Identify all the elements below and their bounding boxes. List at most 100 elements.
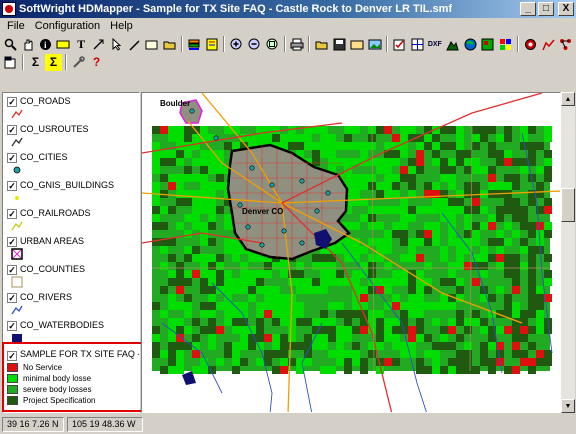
map-vertical-scrollbar[interactable]: ▲ ▼: [561, 92, 575, 413]
layer-item-co-usroutes[interactable]: ✓ CO_USROUTES: [3, 121, 139, 149]
layer-item-co-cities[interactable]: ✓ CO_CITIES: [3, 149, 139, 177]
folder-open-icon[interactable]: [313, 36, 330, 53]
coverage-cell: [536, 182, 544, 190]
draw-pen-icon[interactable]: [126, 36, 143, 53]
export-icon[interactable]: [349, 36, 366, 53]
coverage-cell: [408, 310, 416, 318]
arrow-icon[interactable]: [91, 36, 108, 53]
sum-icon[interactable]: Σ: [27, 54, 44, 71]
network-icon[interactable]: [557, 36, 574, 53]
layer-checkbox[interactable]: ✓: [7, 181, 17, 191]
layer-item-co-rivers[interactable]: ✓ CO_RIVERS: [3, 289, 139, 317]
select-pointer-icon[interactable]: [108, 36, 125, 53]
zoom-fit-icon[interactable]: [264, 36, 281, 53]
zoom-icon[interactable]: [2, 36, 19, 53]
coverage-cell: [192, 254, 200, 262]
coverage-cell: [192, 158, 200, 166]
layer-item-co-waterbodies[interactable]: ✓ CO_WATERBODIES: [3, 317, 139, 345]
coverage-icon[interactable]: [480, 36, 497, 53]
check-edit-icon[interactable]: [391, 36, 408, 53]
coverage-cell: [464, 326, 472, 334]
coverage-map[interactable]: Boulder Denver CO: [142, 93, 561, 413]
map-canvas[interactable]: Boulder Denver CO: [141, 92, 561, 413]
grid-icon[interactable]: [409, 36, 426, 53]
coverage-cell: [512, 158, 520, 166]
scroll-up-button[interactable]: ▲: [561, 92, 575, 106]
layer-checkbox[interactable]: ✓: [7, 209, 17, 219]
scroll-thumb[interactable]: [561, 188, 575, 222]
layer-checkbox[interactable]: ✓: [7, 237, 17, 247]
close-button[interactable]: X: [558, 2, 574, 16]
layer-checkbox[interactable]: ✓: [7, 265, 17, 275]
sum-style-icon[interactable]: Σ: [45, 53, 62, 71]
coverage-cell: [520, 262, 528, 270]
coverage-cell: [424, 230, 432, 238]
minimize-button[interactable]: _: [520, 2, 536, 16]
maximize-button[interactable]: □: [538, 2, 554, 16]
print-icon[interactable]: [289, 36, 306, 53]
coverage-cell: [216, 358, 224, 366]
palette-icon[interactable]: [497, 36, 514, 53]
coverage-cell: [232, 246, 240, 254]
coverage-cell: [328, 142, 336, 150]
coverage-cell: [456, 206, 464, 214]
info-icon[interactable]: i: [37, 36, 54, 53]
layer-properties-icon[interactable]: [2, 54, 19, 71]
coverage-cell: [448, 326, 456, 334]
coverage-cell: [176, 198, 184, 206]
terrain-icon[interactable]: [444, 36, 461, 53]
text-tool-icon[interactable]: T: [73, 36, 90, 53]
coverage-cell: [232, 342, 240, 350]
layer-name: CO_WATERBODIES: [20, 320, 105, 330]
coverage-cell: [440, 142, 448, 150]
coverage-cell: [280, 302, 288, 310]
layer-item-co-railroads[interactable]: ✓ CO_RAILROADS: [3, 205, 139, 233]
coverage-cell: [416, 238, 424, 246]
coverage-cell: [352, 246, 360, 254]
label-tag-icon[interactable]: [55, 36, 72, 53]
globe-icon[interactable]: [462, 36, 479, 53]
layers-icon[interactable]: [186, 36, 203, 53]
profile-icon[interactable]: [540, 36, 557, 53]
layer-checkbox[interactable]: ✓: [7, 293, 17, 303]
help-question-icon[interactable]: ?: [88, 54, 105, 71]
coverage-cell: [528, 270, 536, 278]
layer-item-co-counties[interactable]: ✓ CO_COUNTIES: [3, 261, 139, 289]
pan-hand-icon[interactable]: [20, 36, 37, 53]
coverage-cell: [352, 358, 360, 366]
scroll-down-button[interactable]: ▼: [561, 399, 575, 413]
layer-item-co-roads[interactable]: ✓ CO_ROADS: [3, 93, 139, 121]
layer-checkbox[interactable]: ✓: [7, 97, 17, 107]
wrench-icon[interactable]: [70, 54, 87, 71]
app-icon[interactable]: [2, 2, 16, 16]
select-region-icon[interactable]: [144, 36, 161, 53]
coverage-cell: [480, 126, 488, 134]
coverage-cell: [536, 142, 544, 150]
coverage-cell: [272, 286, 280, 294]
image-export-icon[interactable]: [366, 36, 383, 53]
menu-help[interactable]: Help: [105, 20, 138, 32]
coverage-cell: [328, 286, 336, 294]
coverage-cell: [440, 302, 448, 310]
layer-item-urban-areas[interactable]: ✓ URBAN AREAS: [3, 233, 139, 261]
legend-list-icon[interactable]: [204, 36, 221, 53]
open-folder-icon[interactable]: [161, 36, 178, 53]
coverage-cell: [336, 142, 344, 150]
layer-checkbox[interactable]: ✓: [7, 125, 17, 135]
coverage-cell: [208, 142, 216, 150]
layer-checkbox[interactable]: ✓: [7, 153, 17, 163]
coverage-cell: [536, 310, 544, 318]
site-marker-icon[interactable]: [522, 36, 539, 53]
layer-checkbox[interactable]: ✓: [7, 321, 17, 331]
zoom-in-icon[interactable]: [228, 36, 245, 53]
coverage-cell: [328, 334, 336, 342]
menu-configuration[interactable]: Configuration: [30, 20, 105, 32]
coverage-cell: [432, 206, 440, 214]
layer-item-co-gnis-buildings[interactable]: ✓ CO_GNIS_BUILDINGS: [3, 177, 139, 205]
save-disk-icon[interactable]: [331, 36, 348, 53]
menu-file[interactable]: File: [2, 20, 30, 32]
zoom-out-icon[interactable]: [246, 36, 263, 53]
coverage-cell: [176, 222, 184, 230]
dxf-export-icon[interactable]: DXF: [426, 36, 443, 53]
title-bar: SoftWright HDMapper - Sample for TX Site…: [0, 0, 576, 18]
